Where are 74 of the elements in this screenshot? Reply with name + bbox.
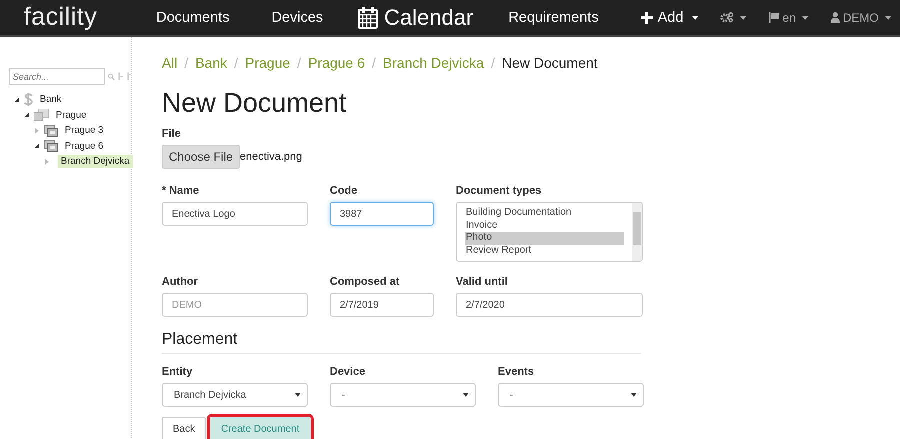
nav-link[interactable]: Requirements [488, 10, 620, 26]
language-menu[interactable]: en [768, 10, 809, 24]
text-field[interactable]: 2/7/2020 [456, 293, 643, 317]
windows-icon [44, 140, 58, 152]
field-label: File [162, 128, 182, 140]
buildings-icon [34, 109, 49, 122]
tree-item[interactable]: Prague 3 [62, 124, 107, 138]
breadcrumb-current: New Document [502, 55, 598, 71]
caret-icon [740, 16, 747, 20]
select-dropdown[interactable]: - [498, 383, 644, 407]
tree-item[interactable]: Bank [37, 93, 65, 106]
flag-icon [768, 12, 780, 23]
windows-icon [44, 124, 58, 137]
caret-icon [885, 16, 892, 20]
expand-arrow-icon[interactable] [45, 158, 49, 165]
list-option[interactable]: Invoice [465, 220, 624, 232]
breadcrumb-separator: / [372, 55, 376, 71]
nav-link[interactable]: Documents [135, 10, 251, 26]
document-types-list[interactable]: Building Documentation Invoice Photo Review Report [456, 202, 643, 262]
expand-all-icon[interactable] [118, 71, 124, 82]
scrollbar[interactable] [632, 203, 642, 261]
text-field[interactable]: 3987 [330, 202, 434, 226]
field-label: Device [330, 366, 366, 378]
field-label: Composed at [330, 276, 401, 288]
caret-icon [463, 393, 469, 397]
nav-link[interactable]: Calendar [344, 4, 488, 30]
field-label: Document types [456, 185, 543, 197]
choose-file-button[interactable]: Choose File [162, 145, 240, 169]
user-icon [831, 12, 840, 23]
breadcrumb-separator: / [184, 55, 188, 71]
dollar-icon [24, 93, 33, 106]
settings-menu[interactable] [720, 12, 747, 23]
back-button[interactable]: Back [162, 417, 206, 439]
caret-icon [692, 16, 699, 20]
field-label: Valid until [456, 276, 509, 288]
list-option[interactable]: Building Documentation [465, 207, 624, 220]
breadcrumb-separator: / [491, 55, 496, 71]
field-label: Entity [162, 366, 194, 378]
collapse-arrow-icon[interactable] [15, 98, 19, 102]
tree-item[interactable]: Branch Dejvicka [58, 155, 133, 168]
caret-icon [295, 393, 301, 397]
page-title: New Document [162, 88, 348, 119]
caret-icon [631, 393, 637, 397]
collapse-arrow-icon[interactable] [35, 144, 39, 148]
collapse-all-icon[interactable] [126, 71, 131, 82]
field-label: * Name [162, 185, 200, 197]
text-field[interactable]: 2/7/2019 [330, 293, 434, 317]
text-field[interactable]: DEMO [162, 293, 308, 317]
plus-icon [640, 12, 653, 24]
collapse-arrow-icon[interactable] [25, 113, 29, 118]
section-title: Placement [162, 331, 641, 354]
text-field[interactable]: Enectiva Logo [162, 202, 308, 226]
user-menu[interactable]: DEMO [831, 10, 892, 24]
file-name: enectiva.png [240, 151, 302, 163]
field-label: Author [162, 276, 200, 288]
caret-icon [802, 16, 809, 20]
nav-link[interactable]: Devices [250, 10, 344, 26]
tree-item[interactable]: Prague [53, 108, 90, 122]
list-option[interactable]: Review Report [465, 245, 624, 258]
select-dropdown[interactable]: Branch Dejvicka [162, 383, 308, 407]
tree-item[interactable]: Prague 6 [62, 140, 107, 153]
search-field[interactable]: Search... [9, 68, 105, 85]
select-dropdown[interactable]: - [330, 383, 476, 407]
field-label: Events [498, 366, 536, 378]
search-icon[interactable] [108, 72, 115, 82]
list-option[interactable]: Photo [465, 232, 624, 246]
logo[interactable]: facility [24, 3, 106, 32]
gears-icon [720, 12, 734, 23]
breadcrumb-separator: / [234, 55, 238, 71]
breadcrumb-separator: / [297, 55, 302, 71]
calendar-icon [358, 6, 378, 28]
expand-arrow-icon[interactable] [35, 128, 39, 134]
field-label: Code [330, 185, 358, 197]
nav-link[interactable]: Add [620, 10, 720, 26]
